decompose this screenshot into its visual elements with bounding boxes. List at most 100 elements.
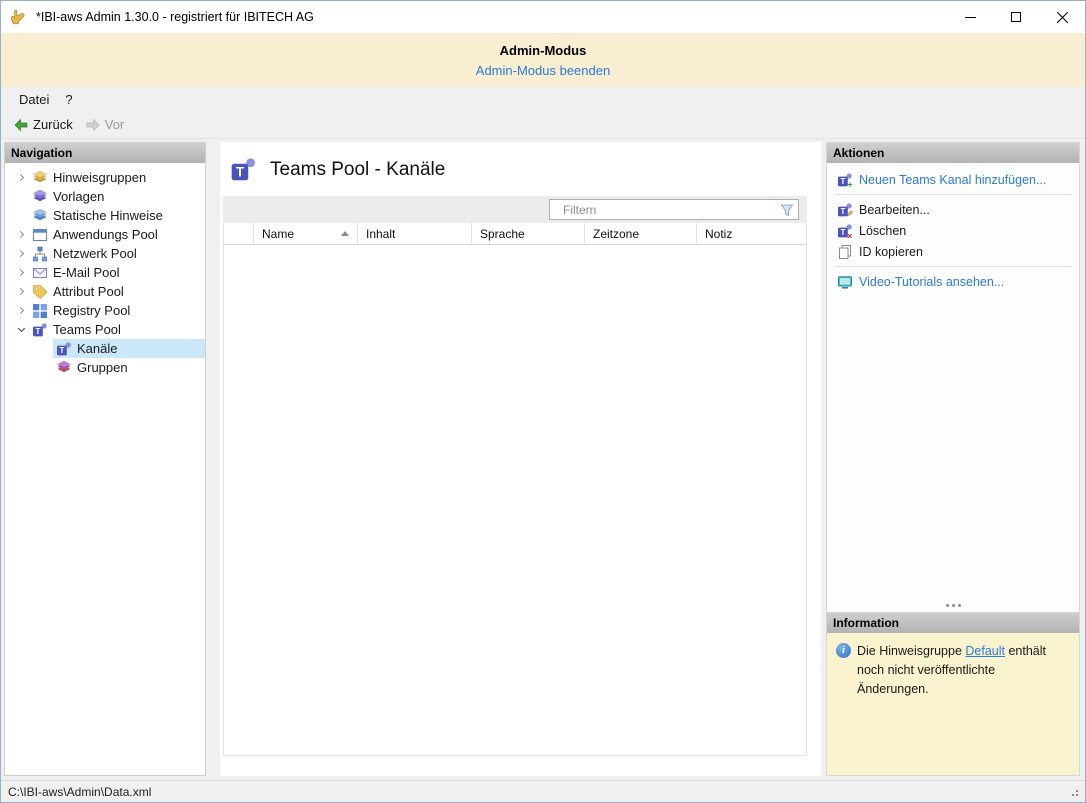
- forward-button[interactable]: Vor: [79, 115, 131, 135]
- nav-item-registry-pool[interactable]: Registry Pool: [5, 301, 205, 320]
- admin-mode-exit-link[interactable]: Admin-Modus beenden: [476, 63, 610, 78]
- expander-collapsed-icon[interactable]: [13, 265, 29, 281]
- content-area: Navigation Hinweisgruppen Vorlagen Statisc…: [1, 139, 1085, 780]
- information-body: Die Hinweisgruppe Default enthält noch n…: [827, 633, 1079, 775]
- toolbar: Zurück Vor: [1, 111, 1085, 139]
- maximize-icon: [1011, 12, 1021, 22]
- navigation-tree: Hinweisgruppen Vorlagen Statische Hinweise…: [5, 163, 205, 775]
- nav-item-label: Statische Hinweise: [53, 208, 163, 223]
- main-panel: T Teams Pool - Kanäle Name Inhalt Sprache Z…: [220, 142, 821, 776]
- nav-item-label: E-Mail Pool: [53, 265, 120, 280]
- column-header-label: Sprache: [480, 226, 525, 241]
- nav-item-netzwerk-pool[interactable]: Netzwerk Pool: [5, 244, 205, 263]
- nav-item-label: Hinweisgruppen: [53, 170, 147, 185]
- forward-arrow-icon: [85, 117, 101, 133]
- minimize-button[interactable]: [947, 1, 993, 33]
- svg-text:T: T: [840, 207, 845, 216]
- admin-mode-banner: Admin-Modus Admin-Modus beenden: [1, 33, 1085, 87]
- statusbar: C:\IBI-aws\Admin\Data.xml: [1, 780, 1085, 802]
- window-resize-grip[interactable]: [1067, 785, 1081, 799]
- default-group-link[interactable]: Default: [965, 644, 1005, 658]
- grip-dots-icon: [951, 604, 955, 607]
- expander-collapsed-icon[interactable]: [13, 303, 29, 319]
- page-title: Teams Pool - Kanäle: [270, 158, 446, 180]
- action-bearbeiten[interactable]: T Bearbeiten...: [827, 199, 1079, 220]
- action-label: ID kopieren: [859, 244, 923, 259]
- menu-item-datei[interactable]: Datei: [11, 90, 57, 109]
- maximize-button[interactable]: [993, 1, 1039, 33]
- nav-item-label: Vorlagen: [53, 189, 105, 204]
- nav-item-label: Gruppen: [77, 360, 128, 375]
- filter-funnel-icon[interactable]: [779, 202, 795, 218]
- actions-separator: [835, 266, 1071, 267]
- column-header-label: Inhalt: [366, 226, 396, 241]
- expander-collapsed-icon[interactable]: [13, 227, 29, 243]
- navigation-header: Navigation: [5, 143, 205, 163]
- action-neuen-teams-kanal-hinzufuegen[interactable]: T + Neuen Teams Kanal hinzufügen...: [827, 169, 1079, 190]
- column-header-sprache[interactable]: Sprache: [472, 223, 585, 244]
- page-title-row: T Teams Pool - Kanäle: [223, 150, 807, 196]
- nav-item-label: Teams Pool: [53, 322, 121, 337]
- nav-item-kanaele[interactable]: T Kanäle: [5, 339, 205, 358]
- nav-item-hinweisgruppen[interactable]: Hinweisgruppen: [5, 168, 205, 187]
- panel-splitter-grip[interactable]: [827, 599, 1079, 612]
- teams-icon: T: [32, 322, 48, 338]
- row-header-gutter: [224, 223, 254, 244]
- nav-item-vorlagen[interactable]: Vorlagen: [5, 187, 205, 206]
- information-message: Die Hinweisgruppe Default enthält noch n…: [857, 642, 1070, 698]
- nav-item-anwendungs-pool[interactable]: Anwendungs Pool: [5, 225, 205, 244]
- column-header-name[interactable]: Name: [254, 223, 358, 244]
- actions-separator: [835, 194, 1071, 195]
- nav-item-attribut-pool[interactable]: Attribut Pool: [5, 282, 205, 301]
- nav-item-e-mail-pool[interactable]: E-Mail Pool: [5, 263, 205, 282]
- information-panel: Information Die Hinweisgruppe Default en…: [826, 613, 1080, 776]
- close-icon: [1056, 11, 1069, 24]
- app-logo-icon: [10, 8, 28, 26]
- actions-panel: Aktionen T + Neuen Teams Kanal hinzufügen.…: [826, 142, 1080, 613]
- layers-purple-icon: [32, 189, 48, 205]
- email-icon: [32, 265, 48, 281]
- close-button[interactable]: [1039, 1, 1085, 33]
- nav-item-label: Kanäle: [77, 341, 118, 356]
- action-id-kopieren[interactable]: ID kopieren: [827, 241, 1079, 262]
- right-column: Aktionen T + Neuen Teams Kanal hinzufügen.…: [826, 142, 1080, 776]
- expander-expanded-icon[interactable]: [13, 322, 29, 338]
- layers-blue-icon: [32, 208, 48, 224]
- nav-item-teams-pool[interactable]: T Teams Pool: [5, 320, 205, 339]
- statusbar-file-path: C:\IBI-aws\Admin\Data.xml: [8, 784, 152, 799]
- app-window: *IBI-aws Admin 1.30.0 - registriert für …: [0, 0, 1086, 803]
- filter-input[interactable]: [550, 202, 779, 217]
- back-arrow-icon: [13, 117, 29, 133]
- menubar: Datei?: [1, 87, 1085, 111]
- registry-grid-icon: [32, 303, 48, 319]
- column-header-label: Zeitzone: [593, 226, 640, 241]
- column-header-inhalt[interactable]: Inhalt: [358, 223, 472, 244]
- action-loeschen[interactable]: T × Löschen: [827, 220, 1079, 241]
- navigation-panel: Navigation Hinweisgruppen Vorlagen Statisc…: [4, 142, 206, 776]
- svg-text:+: +: [847, 179, 852, 188]
- filter-box: [549, 199, 799, 220]
- column-header-zeitzone[interactable]: Zeitzone: [585, 223, 697, 244]
- nav-item-label: Netzwerk Pool: [53, 246, 137, 261]
- layers-gold-icon: [32, 170, 48, 186]
- menu-item-help[interactable]: ?: [57, 90, 80, 109]
- action-label: Neuen Teams Kanal hinzufügen...: [859, 172, 1047, 187]
- channels-table-region: Name Inhalt Sprache Zeitzone Notiz: [223, 196, 807, 756]
- back-button-label: Zurück: [33, 117, 73, 132]
- nav-item-gruppen[interactable]: Gruppen: [5, 358, 205, 377]
- table-body-empty[interactable]: [223, 245, 807, 756]
- table-header-row: Name Inhalt Sprache Zeitzone Notiz: [223, 223, 807, 245]
- action-video-tutorials-ansehen[interactable]: Video-Tutorials ansehen...: [827, 271, 1079, 292]
- back-button[interactable]: Zurück: [7, 115, 79, 135]
- expander-collapsed-icon[interactable]: [13, 246, 29, 262]
- filter-band: [223, 196, 807, 223]
- column-header-notiz[interactable]: Notiz: [697, 223, 806, 244]
- expander-collapsed-icon[interactable]: [13, 284, 29, 300]
- action-label: Löschen: [859, 223, 907, 238]
- nav-item-statische-hinweise[interactable]: Statische Hinweise: [5, 206, 205, 225]
- network-icon: [32, 246, 48, 262]
- expander-collapsed-icon[interactable]: [13, 170, 29, 186]
- titlebar: *IBI-aws Admin 1.30.0 - registriert für …: [1, 1, 1085, 33]
